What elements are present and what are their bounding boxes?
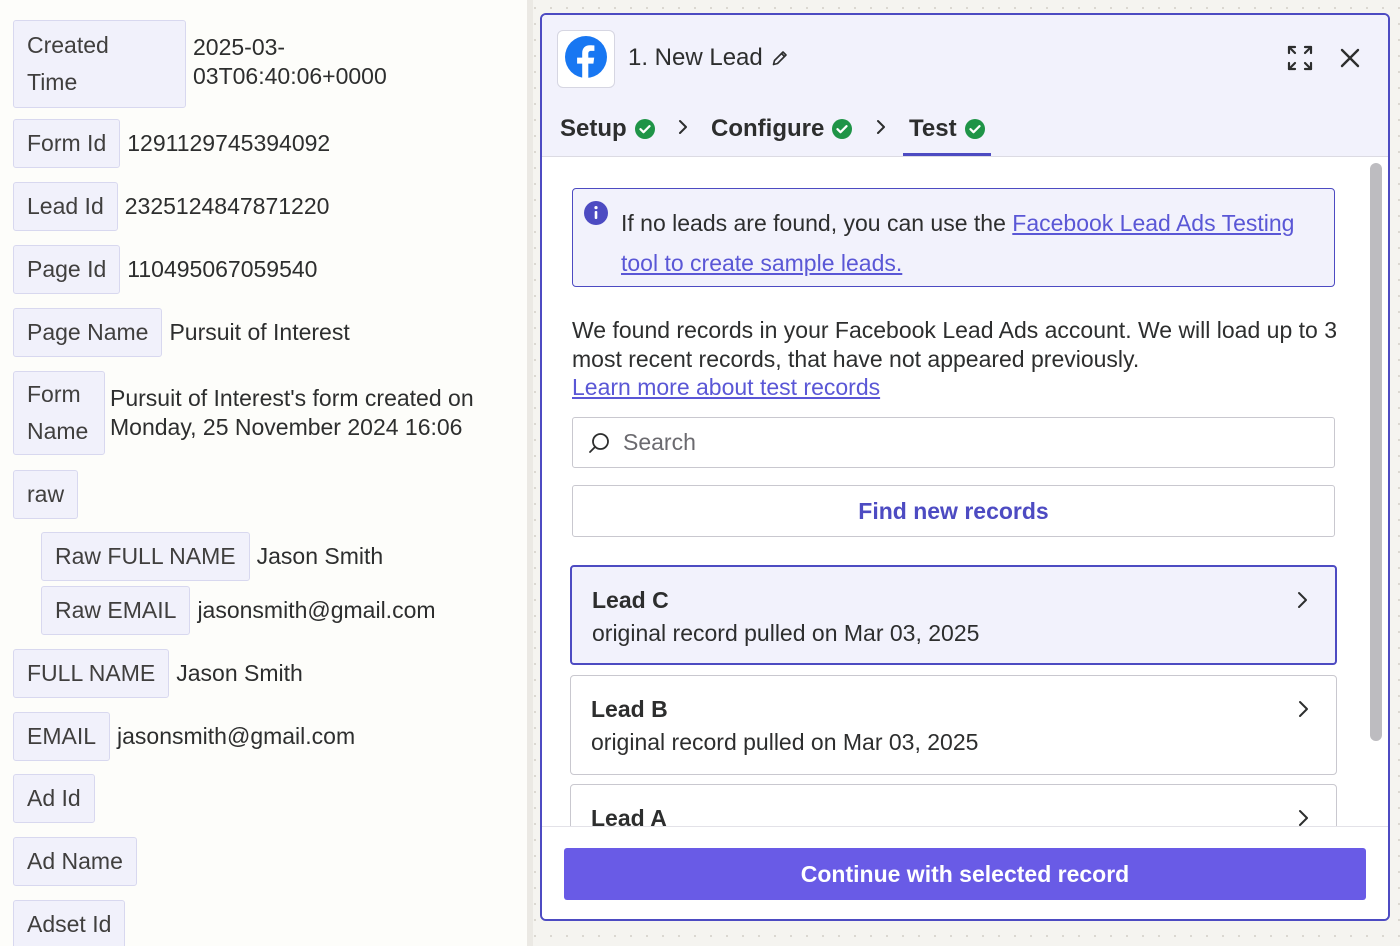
field-value: 2325124847871220 bbox=[124, 193, 330, 219]
tab-label: Configure bbox=[711, 115, 825, 142]
field-value: 110495067059540 bbox=[127, 256, 318, 282]
field-key: Form Id bbox=[13, 119, 121, 168]
field-key-line: Name bbox=[27, 418, 89, 444]
facebook-icon bbox=[564, 35, 608, 84]
info-text: If no leads are found, you can use the F… bbox=[621, 203, 1311, 283]
record-name: Lead A bbox=[591, 805, 667, 826]
chevron-right-icon bbox=[1295, 589, 1309, 611]
check-circle-icon bbox=[832, 119, 853, 139]
field-email: EMAIL jasonsmith@gmail.com bbox=[13, 712, 355, 761]
record-name: Lead C bbox=[592, 587, 669, 613]
field-key: FULL NAME bbox=[13, 649, 170, 698]
field-form-name: Form Name Pursuit of Interest's form cre… bbox=[13, 371, 474, 455]
record-subtitle: original record pulled on Mar 03, 2025 bbox=[592, 620, 980, 646]
field-key: Page Id bbox=[13, 245, 121, 294]
field-value-line: Pursuit of Interest's form created on bbox=[110, 385, 474, 411]
field-full-name: FULL NAME Jason Smith bbox=[13, 649, 303, 698]
field-lead-id: Lead Id 2325124847871220 bbox=[13, 182, 329, 231]
description-text: We found records in your Facebook Lead A… bbox=[572, 317, 1337, 372]
pencil-icon[interactable] bbox=[771, 49, 789, 67]
record-item[interactable]: Lead C original record pulled on Mar 03,… bbox=[570, 565, 1337, 665]
field-value: Pursuit of Interest's form created on Mo… bbox=[110, 384, 474, 442]
field-page-name: Page Name Pursuit of Interest bbox=[13, 308, 350, 357]
check-circle-icon bbox=[964, 119, 985, 139]
field-key: raw bbox=[13, 470, 79, 519]
tab-label: Setup bbox=[560, 115, 627, 142]
chevron-right-icon bbox=[1296, 698, 1310, 720]
field-key-line: Form bbox=[27, 381, 81, 407]
field-key-line: Time bbox=[27, 69, 78, 95]
field-form-id: Form Id 1291129745394092 bbox=[13, 119, 330, 168]
field-key: Raw EMAIL bbox=[41, 586, 191, 635]
field-value: Pursuit of Interest bbox=[169, 319, 350, 345]
tab-label: Test bbox=[909, 115, 957, 142]
field-key: Ad Id bbox=[13, 774, 95, 823]
info-callout: If no leads are found, you can use the F… bbox=[572, 188, 1335, 287]
field-page-id: Page Id 110495067059540 bbox=[13, 245, 317, 294]
check-circle-icon bbox=[634, 119, 655, 139]
field-value: jasonsmith@gmail.com bbox=[117, 723, 356, 749]
info-icon bbox=[584, 201, 608, 230]
record-item[interactable]: Lead B original record pulled on Mar 03,… bbox=[570, 675, 1337, 775]
record-subtitle: original record pulled on Mar 03, 2025 bbox=[591, 729, 979, 755]
field-value-line: 2025-03- bbox=[193, 34, 286, 60]
field-adset-id: Adset Id bbox=[13, 900, 126, 946]
records-description: We found records in your Facebook Lead A… bbox=[572, 316, 1342, 402]
field-value: jasonsmith@gmail.com bbox=[197, 597, 436, 623]
app-icon-tile bbox=[557, 30, 615, 88]
field-value: 1291129745394092 bbox=[127, 130, 331, 156]
record-item[interactable]: Lead A bbox=[570, 784, 1337, 826]
search-field[interactable] bbox=[572, 417, 1335, 468]
tab-configure[interactable]: Configure bbox=[711, 115, 853, 143]
chevron-right-icon bbox=[874, 117, 888, 137]
field-value-line: 03T06:40:06+0000 bbox=[193, 63, 387, 89]
record-name: Lead B bbox=[591, 696, 668, 722]
step-editor-panel: 1. New Lead Setup Configure Test If no l… bbox=[540, 13, 1390, 921]
field-key: Created Time bbox=[13, 20, 186, 108]
panel-header: 1. New Lead bbox=[542, 15, 1388, 101]
lead-data-panel: Created Time 2025-03- 03T06:40:06+0000 F… bbox=[0, 0, 527, 946]
tab-test[interactable]: Test bbox=[909, 115, 985, 143]
field-ad-id: Ad Id bbox=[13, 774, 95, 823]
field-value-line: Monday, 25 November 2024 16:06 bbox=[110, 414, 463, 440]
field-value: 2025-03- 03T06:40:06+0000 bbox=[193, 33, 387, 91]
content-scrollbar[interactable] bbox=[1370, 163, 1382, 741]
field-key: Ad Name bbox=[13, 837, 137, 886]
continue-button[interactable]: Continue with selected record bbox=[564, 848, 1366, 900]
field-raw-email: Raw EMAIL jasonsmith@gmail.com bbox=[41, 586, 436, 635]
info-text-body: If no leads are found, you can use the bbox=[621, 210, 1013, 236]
close-icon[interactable] bbox=[1335, 43, 1365, 73]
step-title-text: 1. New Lead bbox=[628, 44, 763, 71]
field-key: Raw FULL NAME bbox=[41, 532, 250, 581]
search-icon bbox=[587, 431, 611, 455]
chevron-right-icon bbox=[1296, 807, 1310, 826]
field-created-time: Created Time 2025-03- 03T06:40:06+0000 bbox=[13, 20, 387, 108]
field-key: Form Name bbox=[13, 371, 105, 455]
find-new-records-button[interactable]: Find new records bbox=[572, 485, 1335, 537]
expand-icon[interactable] bbox=[1285, 43, 1315, 73]
field-key: Lead Id bbox=[13, 182, 118, 231]
field-value: Jason Smith bbox=[176, 660, 303, 686]
search-input[interactable] bbox=[623, 429, 1303, 456]
field-ad-name: Ad Name bbox=[13, 837, 137, 886]
step-title[interactable]: 1. New Lead bbox=[628, 44, 789, 72]
field-key: Page Name bbox=[13, 308, 163, 357]
panel-divider[interactable] bbox=[527, 0, 533, 946]
panel-footer: Continue with selected record bbox=[542, 826, 1388, 919]
field-raw: raw bbox=[13, 470, 79, 519]
field-key: EMAIL bbox=[13, 712, 111, 761]
active-tab-indicator bbox=[903, 153, 991, 156]
tab-setup[interactable]: Setup bbox=[560, 115, 655, 143]
field-raw-full-name: Raw FULL NAME Jason Smith bbox=[41, 532, 383, 581]
chevron-right-icon bbox=[676, 117, 690, 137]
test-content: If no leads are found, you can use the F… bbox=[542, 158, 1362, 826]
step-tabs: Setup Configure Test bbox=[542, 101, 1388, 157]
field-key-line: Created bbox=[27, 32, 109, 58]
learn-more-link[interactable]: Learn more about test records bbox=[572, 373, 1342, 402]
field-value: Jason Smith bbox=[256, 543, 384, 569]
field-key: Adset Id bbox=[13, 900, 126, 946]
